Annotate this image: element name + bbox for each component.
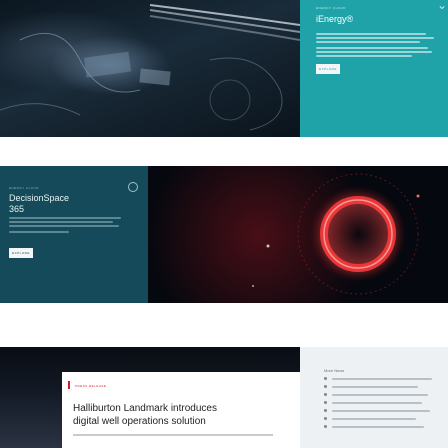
ienergy-desc-line [316,37,434,39]
accent-bar [68,381,70,389]
list-item[interactable] [324,417,448,425]
list-item[interactable] [324,385,448,393]
decisionspace-desc-line [9,231,69,233]
decisionspace-desc-line [9,225,119,227]
decisionspace-title-line2: 365 [9,204,25,214]
press-release-tag: press release [75,384,107,388]
gear-icon [128,182,138,192]
news-summary-line [73,434,273,436]
ienergy-desc-line [316,33,426,35]
ienergy-explore-button[interactable]: explore [316,64,340,74]
ienergy-panel: energy cloud iEnergy® explore ⌄ [300,0,448,137]
news-headline-line1: Halliburton Landmark introduces [73,403,217,414]
list-item[interactable] [324,425,448,433]
decisionspace-panel: energy cloud DecisionSpace 365 explore [0,166,148,303]
news-card[interactable]: press release Halliburton Landmark intro… [62,372,300,448]
hero-graphic [0,4,300,131]
ienergy-desc-line [316,41,420,43]
scroll-arrow-icon: ⌄ [437,0,448,12]
news-headline[interactable]: Halliburton Landmark introduces digital … [73,402,295,428]
list-item[interactable] [324,377,448,385]
list-item[interactable] [324,393,448,401]
ienergy-tag: energy cloud [316,6,346,10]
more-news-title: More News [324,368,345,373]
decisionspace-desc-line [9,217,121,219]
news-headline-line2: digital well operations solution [73,416,206,427]
decisionspace-desc-line [9,221,113,223]
decisionspace-title: DecisionSpace 365 [9,193,69,215]
decisionspace-explore-button[interactable]: explore [9,248,33,258]
ienergy-desc-line [316,51,432,53]
decisionspace-title-line1: DecisionSpace [9,193,70,203]
red-ring-graphic [252,173,420,295]
decisionspace-tag: energy cloud [9,186,39,190]
ienergy-title: iEnergy® [316,14,354,24]
more-news-panel: More News [300,347,448,448]
hero-image [0,0,300,137]
ienergy-desc-line [316,55,412,57]
ienergy-desc-line [316,47,428,49]
list-item[interactable] [324,409,448,417]
list-item[interactable] [324,401,448,409]
decisionspace-image [148,166,448,303]
